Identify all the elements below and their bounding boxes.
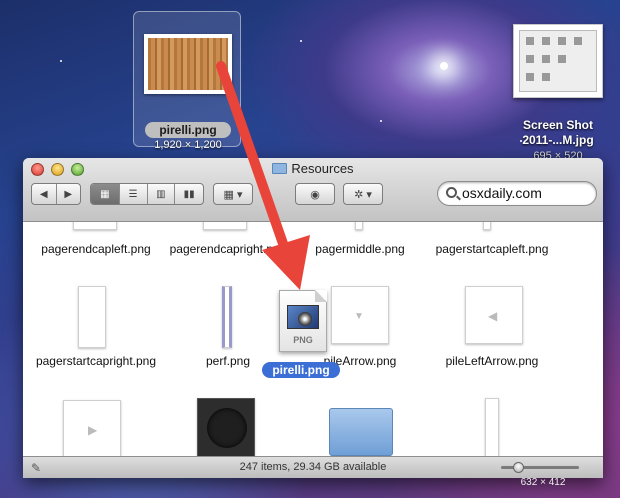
- search-box[interactable]: [437, 181, 597, 206]
- image-thumbnail-icon: [144, 34, 232, 94]
- file-icon[interactable]: [73, 222, 117, 230]
- dragged-file-name[interactable]: pirelli.png: [262, 362, 340, 378]
- file-icon[interactable]: [222, 286, 232, 348]
- file-icon[interactable]: ▶: [63, 400, 121, 456]
- icon-size-slider-knob[interactable]: [513, 462, 524, 473]
- folder-icon[interactable]: [329, 408, 393, 456]
- back-button[interactable]: ◀: [32, 184, 57, 204]
- file-label[interactable]: pagerstartcapleft.png: [427, 242, 557, 257]
- gear-icon: ✲ ▾: [354, 188, 372, 201]
- png-tag: PNG: [293, 335, 313, 345]
- screenshot-name-line2[interactable]: 2011-...M.jpg: [496, 133, 620, 147]
- bright-star: [440, 62, 448, 70]
- file-icon[interactable]: ◀: [465, 286, 523, 344]
- file-label[interactable]: pagerstartcapright.png: [31, 354, 161, 369]
- capture-size-readout: 632 × 412: [520, 477, 566, 488]
- quick-look-button[interactable]: ◉: [295, 183, 335, 205]
- desktop-file-dimensions: 1,920 × 1,200: [154, 139, 222, 151]
- file-icon[interactable]: [355, 222, 363, 230]
- eye-icon: ◉: [310, 188, 320, 201]
- file-label[interactable]: pileLeftArrow.png: [427, 354, 557, 369]
- column-view-button[interactable]: ▥: [148, 184, 176, 204]
- star: [300, 40, 302, 42]
- coverflow-view-button[interactable]: ▮▮: [175, 184, 203, 204]
- file-icon[interactable]: [483, 222, 491, 230]
- star: [380, 120, 382, 122]
- file-icon[interactable]: [197, 398, 255, 456]
- icon-view-button[interactable]: ▦: [91, 184, 120, 204]
- back-forward-control: ◀ ▶: [31, 183, 81, 205]
- file-icon[interactable]: [485, 398, 499, 456]
- file-label[interactable]: pagerendcapright.png: [163, 242, 293, 257]
- file-label[interactable]: pagerendcapleft.png: [31, 242, 161, 257]
- folder-icon: [272, 163, 288, 174]
- arrange-button[interactable]: ▦ ▾: [213, 183, 253, 205]
- file-icon[interactable]: ▼: [331, 286, 389, 344]
- desktop-file-name[interactable]: pirelli.png: [145, 122, 231, 138]
- list-view-button[interactable]: ☰: [120, 184, 148, 204]
- window-title-text: Resources: [291, 161, 354, 176]
- forward-button[interactable]: ▶: [57, 184, 81, 204]
- action-button[interactable]: ✲ ▾: [343, 183, 383, 205]
- file-icon[interactable]: [78, 286, 106, 348]
- star: [60, 60, 62, 62]
- png-file-icon[interactable]: PNG: [279, 290, 327, 352]
- file-icon[interactable]: [203, 222, 247, 230]
- search-icon: [446, 187, 457, 198]
- file-label[interactable]: pagermiddle.png: [295, 242, 425, 257]
- view-mode-control: ▦ ☰ ▥ ▮▮: [90, 183, 204, 205]
- screenshot-thumbnail-icon[interactable]: [513, 24, 603, 98]
- status-bar: ✎ 247 items, 29.34 GB available: [23, 456, 603, 478]
- window-toolbar: Resources ◀ ▶ ▦ ☰ ▥ ▮▮ ▦ ▾ ◉ ✲ ▾: [23, 158, 603, 222]
- window-title: Resources: [23, 161, 603, 176]
- preview-app-icon: [287, 305, 319, 329]
- screenshot-name-line1[interactable]: Screen Shot: [496, 118, 620, 132]
- search-input[interactable]: [462, 185, 590, 201]
